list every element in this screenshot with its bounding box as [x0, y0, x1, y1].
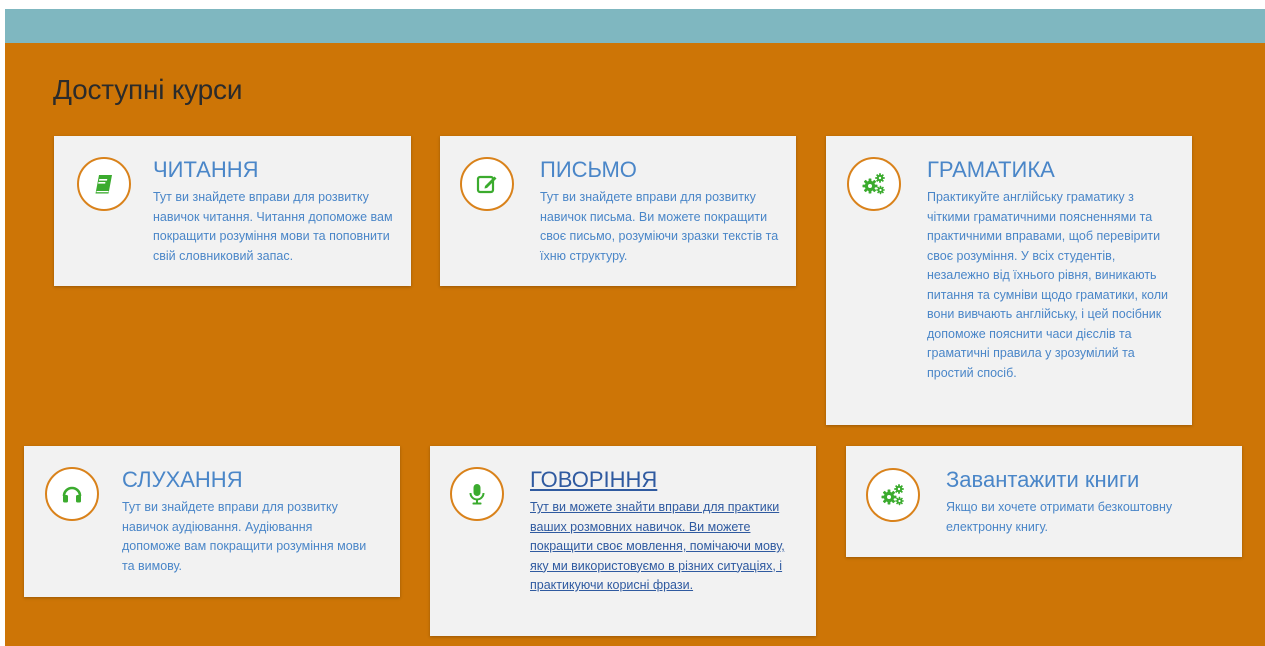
course-description: Практикуйте англійську граматику з чітки…: [927, 190, 1169, 380]
edit-icon: [475, 172, 499, 196]
course-description: Тут ви знайдете вправи для розвитку нави…: [540, 190, 779, 263]
course-description: Тут ви знайдете вправи для розвитку нави…: [153, 190, 393, 263]
course-card-reading[interactable]: ЧИТАННЯ Тут ви знайдете вправи для розви…: [54, 136, 411, 286]
course-title: ГРАМАТИКА: [927, 157, 1055, 182]
course-card-listening[interactable]: СЛУХАННЯ Тут ви знайдете вправи для розв…: [24, 446, 400, 597]
course-card-grammar[interactable]: ГРАМАТИКА Практикуйте англійську грамати…: [826, 136, 1192, 425]
course-title: ЧИТАННЯ: [153, 157, 259, 182]
course-description: Тут ви можете знайти вправи для практики…: [530, 500, 785, 592]
icon-circle: [847, 157, 901, 211]
course-card-download-books[interactable]: Завантажити книги Якщо ви хочете отримат…: [846, 446, 1242, 557]
gears-icon: [880, 483, 906, 507]
course-title: ПИСЬМО: [540, 157, 637, 182]
course-card-writing[interactable]: ПИСЬМО Тут ви знайдете вправи для розвит…: [440, 136, 796, 286]
microphone-icon: [465, 482, 489, 506]
icon-circle: [450, 467, 504, 521]
book-icon: [92, 172, 116, 196]
icon-circle: [866, 468, 920, 522]
top-bar: [5, 9, 1265, 43]
course-description: Якщо ви хочете отримати безкоштовну елек…: [946, 500, 1173, 534]
page-title: Доступні курси: [53, 74, 243, 105]
course-card-speaking[interactable]: ГОВОРІННЯ Тут ви можете знайти вправи дл…: [430, 446, 816, 636]
course-title: ГОВОРІННЯ: [530, 467, 658, 492]
course-title: СЛУХАННЯ: [122, 467, 243, 492]
course-description: Тут ви знайдете вправи для розвитку нави…: [122, 500, 367, 573]
icon-circle: [45, 467, 99, 521]
headphones-icon: [60, 482, 84, 506]
icon-circle: [460, 157, 514, 211]
icon-circle: [77, 157, 131, 211]
gears-icon: [861, 172, 887, 196]
course-title: Завантажити книги: [946, 467, 1140, 492]
